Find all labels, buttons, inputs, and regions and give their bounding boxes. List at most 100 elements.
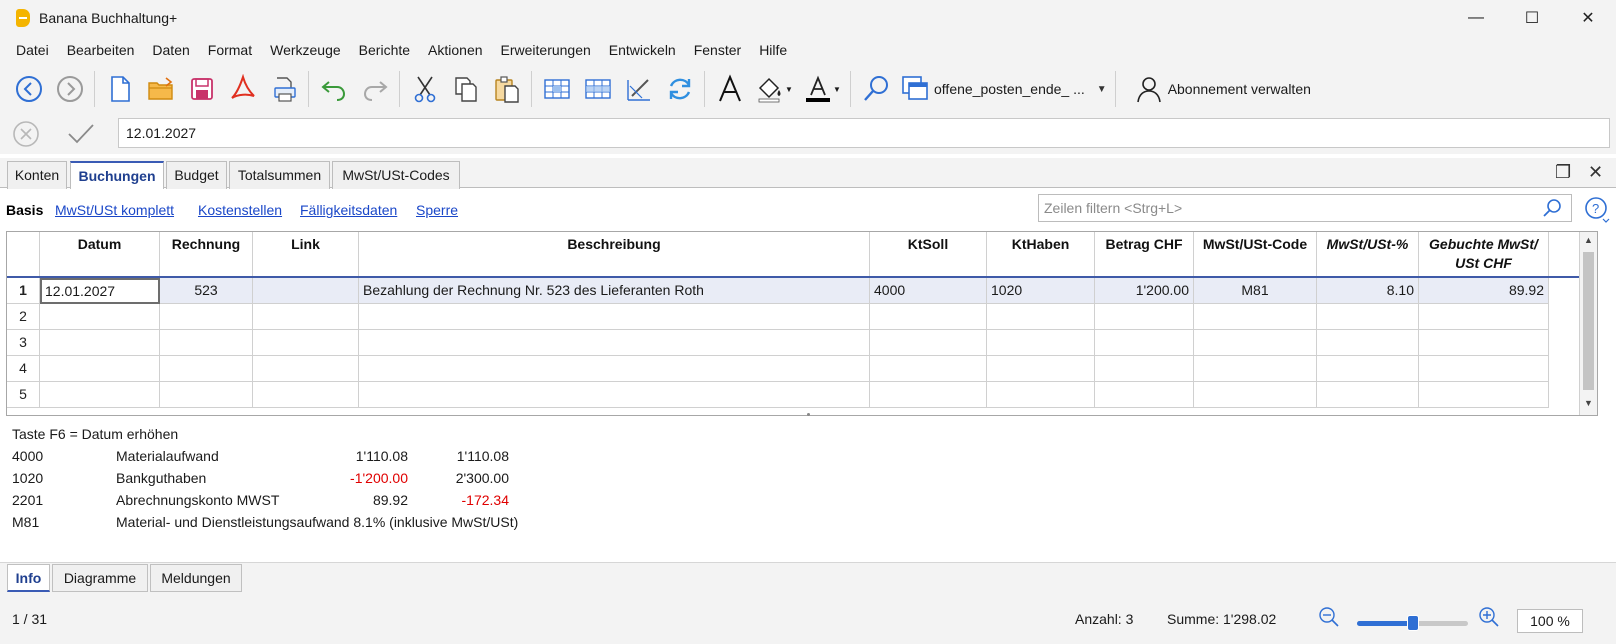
tab-totalsummen[interactable]: Totalsummen (229, 161, 330, 189)
cut-button[interactable] (404, 68, 445, 110)
menu-werkzeuge[interactable]: Werkzeuge (270, 42, 341, 58)
col-header-gebuchte-mwst[interactable]: Gebuchte MwSt/ USt CHF (1419, 232, 1549, 277)
copy-button[interactable] (445, 68, 486, 110)
cell-ktsoll[interactable]: 4000 (870, 278, 987, 304)
cell-mwst-prozent[interactable]: 8.10 (1317, 278, 1419, 304)
account-amount: 1'110.08 (355, 448, 408, 464)
fill-color-button[interactable]: ▼ (750, 68, 798, 110)
save-button[interactable] (181, 68, 222, 110)
row-number[interactable]: 3 (7, 330, 40, 356)
menu-entwickeln[interactable]: Entwickeln (609, 42, 676, 58)
cell-betrag[interactable]: 1'200.00 (1095, 278, 1194, 304)
col-header-mwst-prozent[interactable]: MwSt/USt-% (1317, 232, 1419, 277)
empty-rows[interactable] (40, 304, 1549, 408)
scroll-up-icon[interactable]: ▲ (1584, 235, 1593, 245)
forward-button[interactable] (49, 68, 90, 110)
zoom-in-icon[interactable] (1478, 606, 1500, 628)
view-kostenstellen[interactable]: Kostenstellen (198, 202, 282, 218)
menu-bearbeiten[interactable]: Bearbeiten (67, 42, 135, 58)
cell-rechnung[interactable]: 523 (160, 278, 253, 304)
table-scrollbar[interactable]: ▲ ▼ (1579, 232, 1597, 415)
back-button[interactable] (8, 68, 49, 110)
menu-aktionen[interactable]: Aktionen (428, 42, 482, 58)
menu-erweiterungen[interactable]: Erweiterungen (501, 42, 591, 58)
undo-button[interactable] (313, 68, 354, 110)
col-header-kthaben[interactable]: KtHaben (987, 232, 1095, 277)
edit-button[interactable] (618, 68, 659, 110)
zoom-level-field[interactable]: 100 % (1517, 609, 1583, 633)
paste-button[interactable] (486, 68, 527, 110)
recalculate-icon (669, 78, 690, 100)
account-name: Abrechnungskonto MWST (116, 492, 280, 508)
cell-link[interactable] (253, 278, 359, 304)
row-filter-input[interactable]: Zeilen filtern <Strg+L> (1038, 194, 1572, 222)
account-amount: -1'200.00 (350, 470, 408, 486)
row-number[interactable]: 2 (7, 304, 40, 330)
zoom-slider[interactable] (1357, 615, 1468, 631)
scroll-thumb[interactable] (1583, 252, 1594, 390)
row-number[interactable]: 4 (7, 356, 40, 382)
minimize-button[interactable]: — (1448, 0, 1504, 36)
new-file-button[interactable] (99, 68, 140, 110)
tab-mwst-codes[interactable]: MwSt/USt-Codes (332, 161, 460, 189)
open-file-button[interactable] (140, 68, 181, 110)
menu-fenster[interactable]: Fenster (694, 42, 741, 58)
tab-info[interactable]: Info (7, 564, 50, 592)
cell-kthaben[interactable]: 1020 (987, 278, 1095, 304)
help-icon[interactable]: ? (1584, 196, 1610, 224)
svg-text:?: ? (1592, 201, 1599, 216)
restore-panel-icon[interactable]: ❐ (1555, 162, 1571, 183)
view-faelligkeitsdaten[interactable]: Fälligkeitsdaten (300, 202, 397, 218)
menu-daten[interactable]: Daten (152, 42, 189, 58)
pdf-button[interactable] (222, 68, 263, 110)
col-header-link[interactable]: Link (253, 232, 359, 277)
add-rows-button[interactable] (536, 68, 577, 110)
col-header-rechnung[interactable]: Rechnung (160, 232, 253, 277)
row-number[interactable]: 1 (7, 278, 40, 304)
menu-hilfe[interactable]: Hilfe (759, 42, 787, 58)
cell-datum[interactable]: 12.01.2027 (40, 278, 160, 304)
font-button[interactable] (709, 68, 750, 110)
menu-datei[interactable]: Datei (16, 42, 49, 58)
subscription-button[interactable]: Abonnement verwalten (1134, 74, 1311, 104)
tab-meldungen[interactable]: Meldungen (150, 564, 242, 592)
col-header-datum[interactable]: Datum (40, 232, 160, 277)
menu-berichte[interactable]: Berichte (359, 42, 410, 58)
cell-mwst-code[interactable]: M81 (1194, 278, 1317, 304)
print-button[interactable] (263, 68, 304, 110)
open-folder-icon (147, 77, 173, 100)
col-header-beschreibung[interactable]: Beschreibung (359, 232, 870, 277)
document-selector[interactable]: offene_posten_ende_ ... ▼ (896, 71, 1111, 107)
redo-button[interactable] (354, 68, 395, 110)
recalculate-button[interactable] (659, 68, 700, 110)
status-bar: 1 / 31 Anzahl: 3 Summe: 1'298.02 100 % (0, 592, 1616, 644)
zoom-out-icon[interactable] (1318, 606, 1340, 628)
close-panel-icon[interactable]: ✕ (1588, 162, 1603, 183)
cell-gebuchte-mwst[interactable]: 89.92 (1419, 278, 1549, 304)
view-basis[interactable]: Basis (6, 202, 43, 218)
view-mwst-komplett[interactable]: MwSt/USt komplett (55, 202, 174, 218)
menu-format[interactable]: Format (208, 42, 252, 58)
row-number[interactable]: 5 (7, 382, 40, 408)
splitter-grip[interactable] (807, 413, 810, 416)
tab-konten[interactable]: Konten (7, 161, 67, 189)
tab-diagramme[interactable]: Diagramme (52, 564, 148, 592)
search-button[interactable] (855, 68, 896, 110)
close-window-button[interactable]: ✕ (1560, 0, 1616, 36)
view-sperre[interactable]: Sperre (416, 202, 458, 218)
scroll-down-icon[interactable]: ▼ (1584, 398, 1593, 408)
col-header-mwst-code[interactable]: MwSt/USt-Code (1194, 232, 1317, 277)
account-balance: -172.34 (461, 492, 509, 508)
tab-buchungen[interactable]: Buchungen (70, 161, 164, 190)
zoom-slider-thumb[interactable] (1406, 615, 1419, 631)
maximize-button[interactable]: ☐ (1504, 0, 1560, 36)
cell-editor-input[interactable]: 12.01.2027 (118, 118, 1610, 148)
text-color-button[interactable]: ▼ (798, 68, 846, 110)
delete-rows-button[interactable] (577, 68, 618, 110)
tab-budget[interactable]: Budget (166, 161, 227, 189)
col-header-ktsoll[interactable]: KtSoll (870, 232, 987, 277)
confirm-edit-icon[interactable] (66, 120, 96, 148)
col-header-betrag[interactable]: Betrag CHF (1095, 232, 1194, 277)
cancel-edit-icon[interactable] (12, 120, 40, 148)
cell-beschreibung[interactable]: Bezahlung der Rechnung Nr. 523 des Liefe… (359, 278, 870, 304)
